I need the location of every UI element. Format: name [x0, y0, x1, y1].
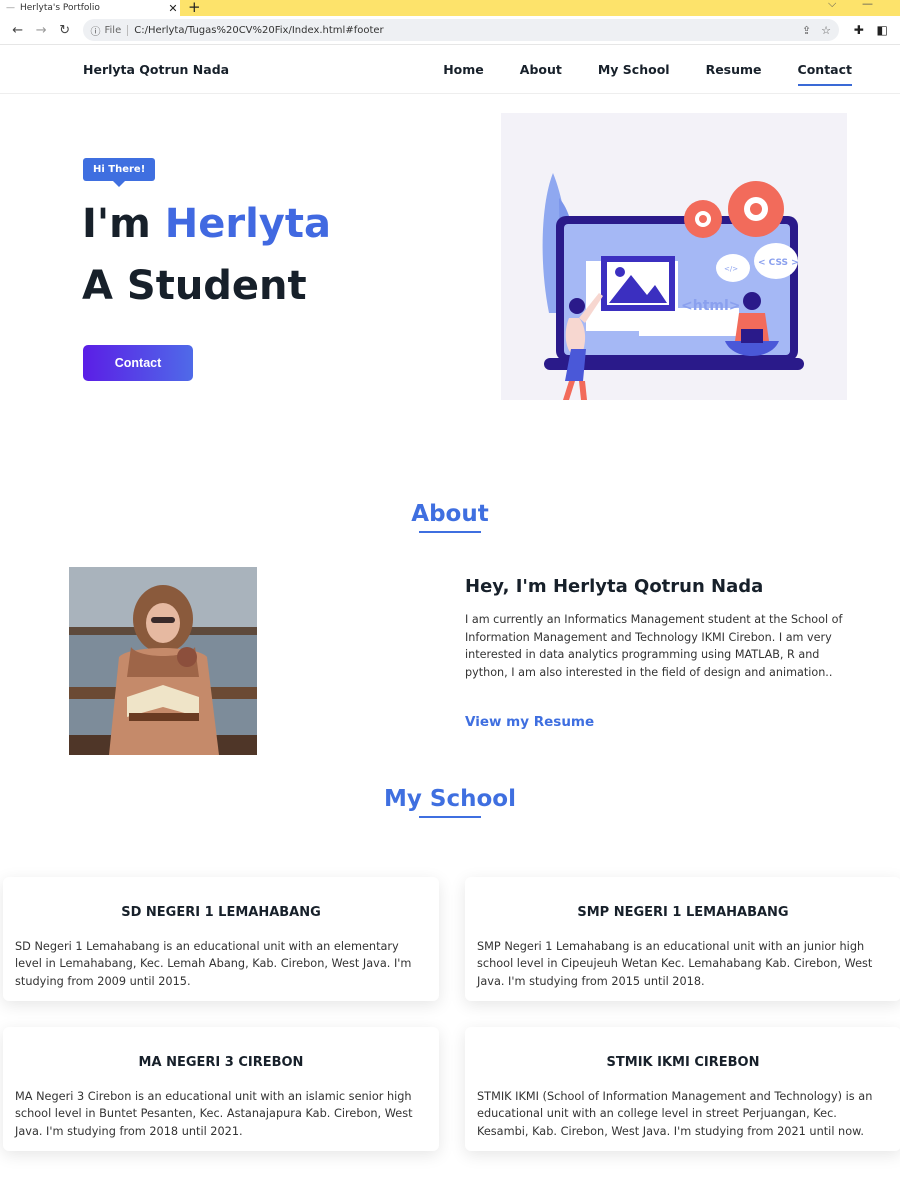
profile-photo-image — [69, 567, 257, 755]
about-title-text: About — [411, 501, 489, 527]
school-description: STMIK IKMI (School of Information Manage… — [477, 1090, 873, 1138]
about-heading: Hey, I'm Herlyta Qotrun Nada — [465, 576, 764, 597]
hero-section: Hi There! I'm Herlyta A Student Contact … — [0, 94, 900, 434]
hero-title: I'm Herlyta — [82, 194, 331, 254]
school-card: STMIK IKMI CIREBON STMIK IKMI (School of… — [465, 1027, 900, 1151]
school-name: STMIK IKMI CIREBON — [606, 1055, 760, 1070]
nav-my-school[interactable]: My School — [598, 62, 670, 83]
browser-toolbar: ← → ↻ ⓘ File C:/Herlyta/Tugas%20CV%20Fix… — [0, 16, 900, 45]
title-underline — [419, 531, 481, 533]
contact-button[interactable]: Contact — [83, 345, 193, 381]
scheme-label: File — [105, 24, 129, 36]
nav-about[interactable]: About — [520, 62, 562, 83]
school-title-text: My School — [384, 786, 516, 812]
back-icon[interactable]: ← — [6, 23, 30, 38]
browser-tab[interactable]: — Herlyta's Portfolio ✕ — [0, 0, 180, 16]
reload-icon[interactable]: ↻ — [53, 23, 77, 38]
title-underline — [419, 816, 481, 818]
school-description: MA Negeri 3 Cirebon is an educational un… — [15, 1090, 413, 1138]
close-icon[interactable]: ✕ — [166, 2, 180, 15]
school-card: MA NEGERI 3 CIREBON MA Negeri 3 Cirebon … — [3, 1027, 439, 1151]
chevron-down-icon[interactable]: ⌵ — [828, 0, 836, 11]
profile-photo — [69, 567, 257, 755]
school-card: SMP NEGERI 1 LEMAHABANG SMP Negeri 1 Lem… — [465, 877, 900, 1001]
browser-tab-strip: — Herlyta's Portfolio ✕ + ⌵ — — [0, 0, 900, 16]
view-resume-link[interactable]: View my Resume — [465, 714, 594, 730]
forward-icon[interactable]: → — [30, 23, 54, 38]
site-navbar: Herlyta Qotrun Nada Home About My School… — [0, 45, 900, 94]
school-title: My School — [0, 786, 900, 818]
about-description: I am currently an Informatics Management… — [465, 613, 843, 679]
tab-title: Herlyta's Portfolio — [20, 3, 100, 13]
school-name: SD NEGERI 1 LEMAHABANG — [121, 905, 321, 920]
school-description: SMP Negeri 1 Lemahabang is an educationa… — [477, 940, 873, 988]
brand-name[interactable]: Herlyta Qotrun Nada — [83, 62, 229, 77]
hero-name: Herlyta — [164, 201, 331, 247]
school-section: My School SD NEGERI 1 LEMAHABANG SD Nege… — [0, 764, 900, 1200]
css-tag-label: < CSS > — [758, 258, 799, 268]
page-icon: — — [6, 3, 15, 13]
hero-greeting: I'm — [82, 201, 151, 247]
hero-illustration: <html> < CSS > </> — [501, 113, 847, 400]
developer-illustration: <html> < CSS > </> — [542, 173, 804, 400]
greeting-badge: Hi There! — [83, 158, 156, 187]
hero-role: A Student — [82, 263, 307, 309]
school-description: SD Negeri 1 Lemahabang is an educational… — [15, 940, 412, 988]
nav-home[interactable]: Home — [443, 62, 484, 83]
new-tab-icon[interactable]: + — [188, 0, 201, 16]
school-card: SD NEGERI 1 LEMAHABANG SD Negeri 1 Lemah… — [3, 877, 439, 1001]
nav-resume[interactable]: Resume — [706, 62, 762, 83]
html-tag-label: <html> — [681, 298, 741, 314]
extensions-icon[interactable]: ✚ — [847, 23, 871, 37]
nav-contact[interactable]: Contact — [797, 62, 853, 86]
nav-links: Home About My School Resume Contact — [407, 62, 853, 86]
minimize-icon[interactable]: — — [862, 0, 873, 10]
school-name: MA NEGERI 3 CIREBON — [138, 1055, 304, 1070]
share-icon[interactable]: ⇪ — [802, 24, 811, 37]
code-tag-label: </> — [724, 265, 738, 273]
about-title: About — [0, 501, 900, 533]
info-icon[interactable]: ⓘ — [91, 23, 101, 38]
star-icon[interactable]: ☆ — [821, 24, 831, 37]
address-bar[interactable]: ⓘ File C:/Herlyta/Tugas%20CV%20Fix/Index… — [82, 19, 839, 41]
school-name: SMP NEGERI 1 LEMAHABANG — [577, 905, 789, 920]
about-section: About Hey, I'm Herlyta Qotrun Nada I am … — [0, 434, 900, 764]
url-text[interactable]: C:/Herlyta/Tugas%20CV%20Fix/Index.html#f… — [134, 25, 792, 36]
side-panel-icon[interactable]: ◧ — [870, 23, 894, 37]
